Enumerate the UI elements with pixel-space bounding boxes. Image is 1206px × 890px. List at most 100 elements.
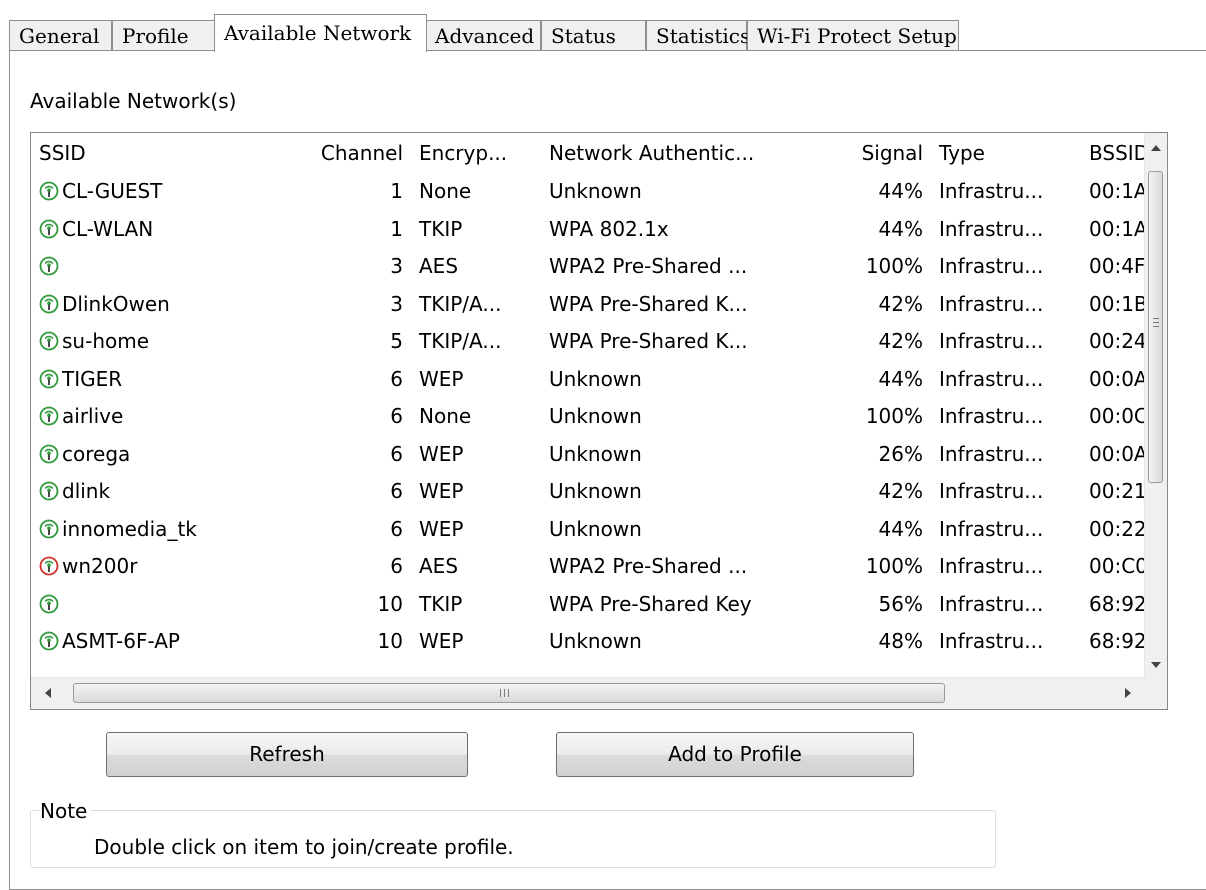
- table-row[interactable]: 3 AES WPA2 Pre-Shared ... 100% Infrastru... 0…: [31, 248, 1145, 286]
- ssid-text: TIGER: [62, 366, 123, 391]
- cell-encryption: TKIP: [419, 591, 463, 616]
- tab-status[interactable]: Status: [541, 20, 646, 50]
- cell-encryption: AES: [419, 254, 459, 278]
- cell-channel: 10: [377, 629, 403, 653]
- cell-bssid: 68:92: [1089, 629, 1145, 653]
- note-text: Double click on item to join/create prof…: [94, 835, 514, 859]
- table-row[interactable]: CL-GUEST 1 None Unknown 44% Infrastru... 00:1A: [31, 173, 1145, 211]
- table-row[interactable]: innomedia_tk 6 WEP Unknown 44% Infrastru... 00…: [31, 511, 1145, 549]
- column-header-encryption[interactable]: Encryp...: [411, 133, 541, 171]
- wifi-antenna-icon: [39, 179, 62, 203]
- table-row[interactable]: wn200r 6 AES WPA2 Pre-Shared ... 100% Infrast…: [31, 548, 1145, 586]
- tab-general[interactable]: General: [9, 20, 112, 50]
- tab-available-network[interactable]: Available Network: [214, 14, 427, 52]
- wifi-antenna-icon: [39, 329, 62, 353]
- cell-signal: 44%: [878, 179, 923, 203]
- cell-ssid: corega: [31, 436, 281, 474]
- table-row[interactable]: TIGER 6 WEP Unknown 44% Infrastru... 00:0A: [31, 361, 1145, 399]
- table-row[interactable]: DlinkOwen 3 TKIP/A... WPA Pre-Shared K... 42…: [31, 286, 1145, 324]
- table-row[interactable]: su-home 5 TKIP/A... WPA Pre-Shared K... 42% I…: [31, 323, 1145, 361]
- tab-statistics[interactable]: Statistics: [646, 20, 750, 50]
- cell-ssid: CL-GUEST: [31, 173, 281, 211]
- cell-signal: 44%: [878, 516, 923, 541]
- cell-bssid: 00:1A: [1089, 216, 1145, 241]
- note-label: Note: [40, 798, 92, 824]
- column-header-channel[interactable]: Channel: [281, 133, 411, 171]
- add-to-profile-button[interactable]: Add to Profile: [556, 732, 914, 777]
- cell-network-authentication: Unknown: [549, 179, 642, 203]
- network-rows: CL-GUEST 1 None Unknown 44% Infrastru... 00:1A…: [31, 173, 1145, 678]
- table-row[interactable]: corega 6 WEP Unknown 26% Infrastru... 00:0A: [31, 436, 1145, 474]
- table-row[interactable]: CL-WLAN 1 TKIP WPA 802.1x 44% Infrastru... 00:…: [31, 211, 1145, 249]
- cell-bssid: 00:1B: [1089, 291, 1145, 316]
- cell-channel: 3: [390, 291, 403, 316]
- cell-network-authentication: WPA Pre-Shared Key: [549, 591, 752, 616]
- cell-type: Infrastru...: [939, 254, 1044, 278]
- cell-ssid: [31, 586, 281, 624]
- wifi-antenna-icon: [39, 517, 62, 541]
- tab-advanced[interactable]: Advanced: [425, 20, 541, 50]
- scroll-down-arrow-icon[interactable]: [1145, 654, 1167, 676]
- table-row[interactable]: dlink 6 WEP Unknown 42% Infrastru... 00:21: [31, 473, 1145, 511]
- cell-encryption: TKIP: [419, 216, 463, 241]
- tab-profile[interactable]: Profile: [112, 20, 216, 50]
- cell-bssid: 00:0A: [1089, 441, 1145, 466]
- cell-ssid: dlink: [31, 473, 281, 511]
- cell-channel: 6: [390, 516, 403, 541]
- cell-network-authentication: Unknown: [549, 366, 642, 391]
- wifi-antenna-icon: [39, 367, 62, 391]
- cell-network-authentication: WPA2 Pre-Shared ...: [549, 554, 748, 578]
- wifi-antenna-connected-icon: [39, 554, 62, 578]
- cell-bssid: 00:24: [1089, 329, 1145, 353]
- cell-signal: 26%: [878, 441, 923, 466]
- vertical-scrollbar[interactable]: [1144, 133, 1167, 678]
- ssid-text: dlink: [62, 479, 111, 503]
- cell-bssid: 00:21: [1089, 479, 1145, 503]
- scrollbar-corner: [1145, 678, 1167, 709]
- ssid-text: CL-GUEST: [62, 179, 163, 203]
- cell-type: Infrastru...: [939, 554, 1044, 578]
- ssid-text: su-home: [62, 329, 150, 353]
- cell-signal: 42%: [878, 329, 923, 353]
- horizontal-scroll-thumb[interactable]: [73, 683, 945, 703]
- cell-signal: 100%: [865, 404, 923, 428]
- cell-ssid: airlive: [31, 398, 281, 436]
- table-row[interactable]: airlive 6 None Unknown 100% Infrastru... 00:0C: [31, 398, 1145, 436]
- scroll-up-arrow-icon[interactable]: [1145, 137, 1167, 159]
- column-header-type[interactable]: Type: [931, 133, 1081, 171]
- cell-encryption: WEP: [419, 629, 464, 653]
- network-list[interactable]: SSID Channel Encryp... Network Authentic…: [30, 132, 1168, 710]
- ssid-text: DlinkOwen: [62, 291, 170, 316]
- cell-bssid: 00:4F: [1089, 254, 1145, 278]
- cell-channel: 6: [390, 554, 403, 578]
- table-row[interactable]: 10 TKIP WPA Pre-Shared Key 56% Infrastru... 6…: [31, 586, 1145, 624]
- scroll-left-arrow-icon[interactable]: [37, 682, 59, 704]
- tab-wifi-protect-setup[interactable]: Wi-Fi Protect Setup: [747, 20, 959, 50]
- refresh-button[interactable]: Refresh: [106, 732, 468, 777]
- table-row[interactable]: ASMT-6F-AP 10 WEP Unknown 48% Infrastru... 68:…: [31, 623, 1145, 661]
- cell-encryption: WEP: [419, 441, 464, 466]
- column-header-bssid[interactable]: BSSID: [1081, 133, 1145, 171]
- horizontal-scrollbar[interactable]: [31, 677, 1145, 709]
- cell-signal: 100%: [865, 254, 923, 278]
- cell-bssid: 00:1A: [1089, 179, 1145, 203]
- column-header-ssid[interactable]: SSID: [31, 133, 281, 171]
- ssid-text: airlive: [62, 404, 124, 428]
- cell-signal: 42%: [878, 479, 923, 503]
- column-header-network-authentication[interactable]: Network Authentic...: [541, 133, 801, 171]
- cell-encryption: WEP: [419, 366, 464, 391]
- scroll-right-arrow-icon[interactable]: [1117, 682, 1139, 704]
- vertical-scroll-thumb[interactable]: [1148, 171, 1163, 483]
- cell-channel: 3: [390, 254, 403, 278]
- cell-ssid: [31, 248, 281, 286]
- column-header-signal[interactable]: Signal: [801, 133, 931, 171]
- cell-ssid: su-home: [31, 323, 281, 361]
- cell-channel: 6: [390, 479, 403, 503]
- table-row-partial: [31, 661, 1145, 679]
- cell-signal: 44%: [878, 216, 923, 241]
- section-title: Available Network(s): [30, 89, 237, 113]
- cell-type: Infrastru...: [939, 441, 1044, 466]
- cell-ssid: wn200r: [31, 548, 281, 586]
- cell-type: Infrastru...: [939, 179, 1044, 203]
- cell-encryption: None: [419, 179, 472, 203]
